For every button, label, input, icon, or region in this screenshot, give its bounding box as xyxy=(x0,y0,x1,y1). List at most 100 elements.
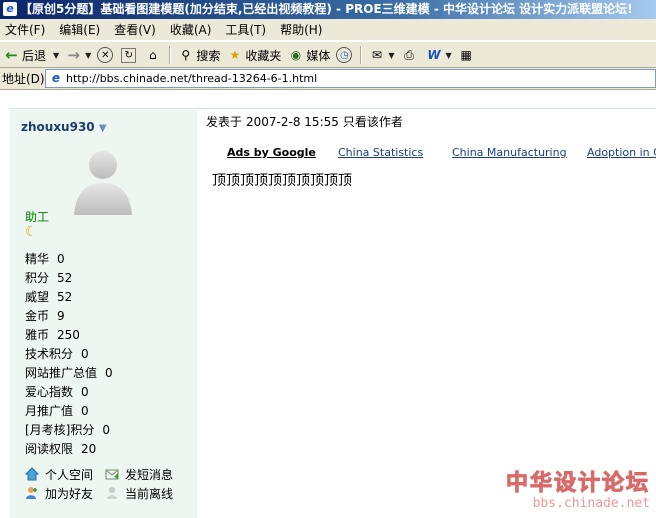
post-panel: 发表于 2007-2-8 15:55 只看该作者 Ads by Google Chi… xyxy=(197,110,656,518)
ie-icon: e xyxy=(3,2,17,16)
stat-row: 阅读权限 20 xyxy=(25,440,113,459)
print-button[interactable]: ⎙ xyxy=(398,42,423,68)
author-panel: zhouxu930 ▼ 助工 ☾ 精华 0 积分 52 威望 52 金币 9 雅币 250… xyxy=(10,110,197,518)
search-button[interactable]: ⚲ 搜索 xyxy=(174,42,223,68)
online-status-label: 当前离线 xyxy=(125,487,174,501)
add-friend-icon xyxy=(26,487,37,499)
avatar xyxy=(74,151,132,215)
menu-tools[interactable]: 工具(T) xyxy=(218,19,273,41)
author-name-text: zhouxu930 xyxy=(21,120,95,134)
chevron-down-icon: ▼ xyxy=(53,50,60,60)
add-friend-link[interactable]: 加为好友 xyxy=(25,485,105,504)
media-label: 媒体 xyxy=(306,48,331,63)
mail-icon: ✉ xyxy=(371,48,382,62)
media-icon: ◉ xyxy=(290,48,302,62)
online-status: 当前离线 xyxy=(105,485,185,504)
history-button[interactable]: ◷ xyxy=(333,42,357,68)
ad-link[interactable]: Adoption in China xyxy=(587,146,656,159)
stat-row: 技术积分 0 xyxy=(25,345,113,364)
add-friend-label: 加为好友 xyxy=(45,487,94,501)
menu-bar: 文件(F) 编辑(E) 查看(V) 收藏(A) 工具(T) 帮助(H) xyxy=(0,19,656,41)
stat-row: 爱心指数 0 xyxy=(25,383,113,402)
forward-arrow-icon: → xyxy=(67,46,80,64)
stat-label: [月考核]积分 xyxy=(25,423,95,437)
search-icon: ⚲ xyxy=(181,48,191,62)
window-titlebar: e 【原创5分题】基础看图建模题(加分结束,已经出视频教程) - PROE三维建模… xyxy=(0,0,656,19)
watermark-url: bbs.chinade.net xyxy=(532,496,650,511)
stat-row: 雅币 250 xyxy=(25,326,113,345)
stat-label: 威望 xyxy=(25,290,50,304)
offline-user-icon xyxy=(107,487,117,499)
stat-row: 金币 9 xyxy=(25,307,113,326)
stat-value: 0 xyxy=(57,252,65,266)
menu-view[interactable]: 查看(V) xyxy=(107,19,163,41)
chevron-down-icon: ▼ xyxy=(445,50,452,60)
author-stats: 精华 0 积分 52 威望 52 金币 9 雅币 250 技术积分 0 网站推广总值 0 爱心… xyxy=(25,250,113,459)
address-input[interactable]: e http://bbs.chinade.net/thread-13264-6-… xyxy=(45,69,656,88)
edit-button[interactable]: W ▼ xyxy=(423,42,455,68)
stat-row: 月推广值 0 xyxy=(25,402,113,421)
home-button[interactable]: ⌂ xyxy=(141,42,166,68)
action-row: 个人空间 发短消息 xyxy=(25,466,185,485)
stat-label: 金币 xyxy=(25,309,50,323)
media-button[interactable]: ◉ 媒体 xyxy=(284,42,333,68)
menu-file[interactable]: 文件(F) xyxy=(0,19,52,41)
stat-value: 0 xyxy=(81,385,89,399)
mail-button[interactable]: ✉ ▼ xyxy=(365,42,397,68)
toolbar: ← 后退 ▼ → ▼ ✕ ↻ ⌂ ⚲ 搜索 ★ 收藏夹 ◉ 媒体 ◷ ✉ ▼ ⎙ W ▼ ▦ xyxy=(0,42,656,68)
stat-value: 20 xyxy=(81,442,97,456)
stop-icon: ✕ xyxy=(97,47,114,63)
stop-button[interactable]: ✕ xyxy=(94,42,118,68)
post-date: 2007-2-8 15:55 xyxy=(246,115,339,129)
stat-row: 威望 52 xyxy=(25,288,113,307)
back-dropdown[interactable]: ▼ xyxy=(49,42,62,68)
favorites-button[interactable]: ★ 收藏夹 xyxy=(223,42,284,68)
ads-title[interactable]: Ads by Google xyxy=(227,146,316,159)
address-bar: 地址(D) e http://bbs.chinade.net/thread-13… xyxy=(0,68,656,90)
stat-value: 52 xyxy=(57,271,73,285)
address-url: http://bbs.chinade.net/thread-13264-6-1.… xyxy=(66,72,318,85)
menu-edit[interactable]: 编辑(E) xyxy=(52,19,107,41)
search-label: 搜索 xyxy=(196,48,221,63)
stat-row: 积分 52 xyxy=(25,269,113,288)
messenger-icon: ▦ xyxy=(460,48,472,62)
back-label: 后退 xyxy=(22,48,47,63)
stat-label: 网站推广总值 xyxy=(25,366,98,380)
forward-button[interactable]: → ▼ xyxy=(62,42,94,68)
menu-help[interactable]: 帮助(H) xyxy=(273,19,329,41)
refresh-icon: ↻ xyxy=(121,47,137,63)
back-button[interactable]: ← 后退 xyxy=(0,42,49,68)
author-name[interactable]: zhouxu930 ▼ xyxy=(21,120,107,134)
only-author-link[interactable]: 只看该作者 xyxy=(343,115,403,129)
divider xyxy=(10,108,656,109)
page-content: zhouxu930 ▼ 助工 ☾ 精华 0 积分 52 威望 52 金币 9 雅币 250… xyxy=(0,91,656,518)
ad-link[interactable]: China Manufacturing xyxy=(452,146,567,159)
send-message-link[interactable]: 发短消息 xyxy=(105,466,185,485)
stat-value: 9 xyxy=(57,309,65,323)
window-title: 【原创5分题】基础看图建模题(加分结束,已经出视频教程) - PROE三维建模 … xyxy=(20,2,633,16)
stat-label: 积分 xyxy=(25,271,50,285)
messenger-button[interactable]: ▦ xyxy=(455,42,480,68)
watermark-title: 中华设计论坛 xyxy=(505,470,650,497)
word-icon: W xyxy=(427,48,441,62)
stat-label: 技术积分 xyxy=(25,347,74,361)
post-message: 顶顶顶顶顶顶顶顶顶顶 xyxy=(212,173,352,189)
stat-label: 精华 xyxy=(25,252,50,266)
history-icon: ◷ xyxy=(336,47,353,63)
mail-icon xyxy=(105,469,119,480)
home-icon xyxy=(25,467,39,481)
stat-value: 0 xyxy=(105,366,113,380)
toolbar-separator xyxy=(360,46,363,64)
favorites-label: 收藏夹 xyxy=(245,48,282,63)
site-watermark: 中华设计论坛 bbs.chinade.net xyxy=(505,470,650,512)
refresh-button[interactable]: ↻ xyxy=(118,42,141,68)
stat-label: 月推广值 xyxy=(25,404,74,418)
stat-label: 阅读权限 xyxy=(25,442,74,456)
posted-label: 发表于 xyxy=(206,115,243,129)
personal-space-link[interactable]: 个人空间 xyxy=(25,466,105,485)
post-meta: 发表于 2007-2-8 15:55 只看该作者 xyxy=(206,113,407,130)
menu-favorites[interactable]: 收藏(A) xyxy=(163,19,219,41)
personal-space-label: 个人空间 xyxy=(45,468,94,482)
ad-link[interactable]: China Statistics xyxy=(338,146,423,159)
stat-value: 250 xyxy=(57,328,80,342)
